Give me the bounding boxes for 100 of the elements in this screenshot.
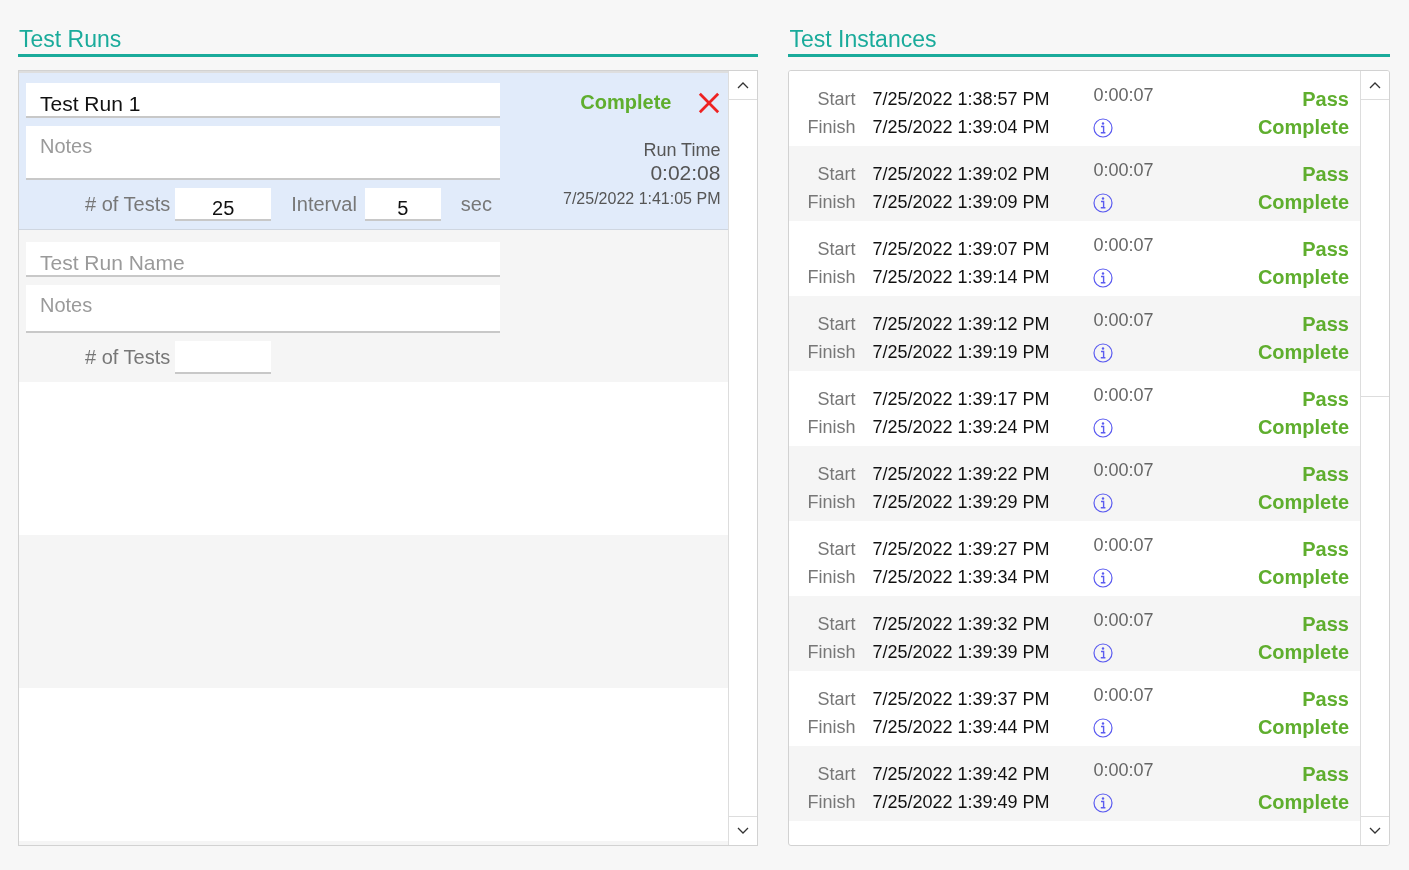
result-text: Pass (1301, 87, 1349, 112)
result-text: Pass (1301, 312, 1349, 337)
finish-time: 7/25/2022 1:39:04 PM (872, 116, 1051, 139)
field-label: # of Tests (85, 346, 171, 369)
info-icon[interactable] (1093, 118, 1114, 138)
start-label: Start (816, 163, 856, 186)
finish-label: Finish (806, 491, 856, 514)
finish-label: Finish (806, 566, 856, 589)
test-run-card[interactable]: Test Run 1 Notes # of Tests 25 Interval 5 sec Complete Run Time 0:02:08 7/25/2022 1:41:05 PM (19, 71, 729, 230)
instance-row[interactable]: Start 7/25/2022 1:39:12 PM 0:00:07 Pass Finish 7/25/2022 1:39:19 PM Complete (789, 296, 1360, 371)
finish-time: 7/25/2022 1:39:29 PM (872, 491, 1051, 514)
instance-row[interactable]: Start 7/25/2022 1:39:32 PM 0:00:07 Pass Finish 7/25/2022 1:39:39 PM Complete (789, 596, 1360, 671)
finish-label: Finish (806, 641, 856, 664)
finish-time: 7/25/2022 1:39:44 PM (872, 716, 1051, 739)
result-text: Pass (1301, 687, 1349, 712)
status-text: Complete (1257, 790, 1349, 815)
result-text: Pass (1301, 762, 1349, 787)
result-text: Pass (1301, 237, 1349, 262)
start-label: Start (816, 88, 856, 111)
duration: 0:00:07 (1093, 84, 1155, 107)
finish-time: 7/25/2022 1:39:09 PM (872, 191, 1051, 214)
chevron-down-icon (1369, 827, 1381, 835)
chevron-up-icon (1369, 81, 1381, 89)
tests-count-field[interactable] (175, 341, 272, 374)
start-time: 7/25/2022 1:39:12 PM (872, 313, 1051, 336)
duration: 0:00:07 (1093, 534, 1155, 557)
start-label: Start (816, 313, 856, 336)
start-label: Start (816, 538, 856, 561)
info-icon[interactable] (1093, 343, 1114, 363)
instance-row[interactable]: Start 7/25/2022 1:39:42 PM 0:00:07 Pass Finish 7/25/2022 1:39:49 PM Complete (789, 746, 1360, 821)
status-text: Complete (1257, 715, 1349, 740)
result-text: Pass (1301, 387, 1349, 412)
field-label: Interval (291, 193, 357, 216)
finish-time: 7/25/2022 1:39:49 PM (872, 791, 1051, 814)
instance-row[interactable]: Start 7/25/2022 1:39:02 PM 0:00:07 Pass Finish 7/25/2022 1:39:09 PM Complete (789, 146, 1360, 221)
start-time: 7/25/2022 1:39:32 PM (872, 613, 1051, 636)
finish-label: Finish (806, 266, 856, 289)
duration: 0:00:07 (1093, 609, 1155, 632)
run-time-label: Run Time (643, 140, 721, 161)
field-label: # of Tests (85, 193, 171, 216)
finish-label: Finish (806, 341, 856, 364)
start-time: 7/25/2022 1:39:37 PM (872, 688, 1051, 711)
start-label: Start (816, 688, 856, 711)
result-text: Pass (1301, 162, 1349, 187)
run-time: 0:02:08 (650, 161, 721, 185)
duration: 0:00:07 (1093, 459, 1155, 482)
chevron-down-icon (737, 827, 750, 835)
status-text: Complete (1257, 340, 1349, 365)
info-icon[interactable] (1093, 493, 1114, 513)
duration: 0:00:07 (1093, 309, 1155, 332)
result-text: Pass (1301, 462, 1349, 487)
start-time: 7/25/2022 1:38:57 PM (872, 88, 1051, 111)
start-time: 7/25/2022 1:39:02 PM (872, 163, 1051, 186)
finish-time: 7/25/2022 1:39:19 PM (872, 341, 1051, 364)
instance-row[interactable]: Start 7/25/2022 1:39:22 PM 0:00:07 Pass Finish 7/25/2022 1:39:29 PM Complete (789, 446, 1360, 521)
start-time: 7/25/2022 1:39:22 PM (872, 463, 1051, 486)
status-text: Complete (1257, 490, 1349, 515)
section-title: Test Instances (788, 24, 1390, 57)
finish-time: 7/25/2022 1:39:24 PM (872, 416, 1051, 439)
status-text: Complete (1257, 190, 1349, 215)
delete-icon[interactable] (698, 91, 721, 114)
start-label: Start (816, 238, 856, 261)
duration: 0:00:07 (1093, 384, 1155, 407)
finish-label: Finish (806, 791, 856, 814)
chevron-up-icon (737, 81, 750, 89)
start-time: 7/25/2022 1:39:27 PM (872, 538, 1051, 561)
tests-count-field[interactable]: 25 (175, 188, 272, 221)
start-time: 7/25/2022 1:39:42 PM (872, 763, 1051, 786)
status-text: Complete (1257, 415, 1349, 440)
run-status: Complete (580, 91, 672, 114)
start-label: Start (816, 763, 856, 786)
finished-time: 7/25/2022 1:41:05 PM (563, 190, 721, 208)
info-icon[interactable] (1093, 418, 1114, 438)
finish-label: Finish (806, 416, 856, 439)
duration: 0:00:07 (1093, 159, 1155, 182)
finish-time: 7/25/2022 1:39:34 PM (872, 566, 1051, 589)
start-label: Start (816, 388, 856, 411)
finish-label: Finish (806, 716, 856, 739)
status-text: Complete (1257, 265, 1349, 290)
info-icon[interactable] (1093, 793, 1114, 813)
duration: 0:00:07 (1093, 234, 1155, 257)
duration: 0:00:07 (1093, 759, 1155, 782)
unit-label: sec (460, 193, 492, 216)
result-text: Pass (1301, 612, 1349, 637)
start-time: 7/25/2022 1:39:07 PM (872, 238, 1051, 261)
interval-field[interactable]: 5 (364, 188, 441, 221)
status-text: Complete (1257, 565, 1349, 590)
status-text: Complete (1257, 115, 1349, 140)
name-field[interactable]: Test Run 1 (26, 83, 500, 118)
info-icon[interactable] (1093, 718, 1114, 738)
finish-label: Finish (806, 116, 856, 139)
finish-label: Finish (806, 191, 856, 214)
status-text: Complete (1257, 640, 1349, 665)
start-label: Start (816, 613, 856, 636)
section-title: Test Runs (18, 24, 759, 57)
info-icon[interactable] (1093, 193, 1114, 213)
info-icon[interactable] (1093, 568, 1114, 588)
finish-time: 7/25/2022 1:39:39 PM (872, 641, 1051, 664)
info-icon[interactable] (1093, 268, 1114, 288)
info-icon[interactable] (1093, 643, 1114, 663)
